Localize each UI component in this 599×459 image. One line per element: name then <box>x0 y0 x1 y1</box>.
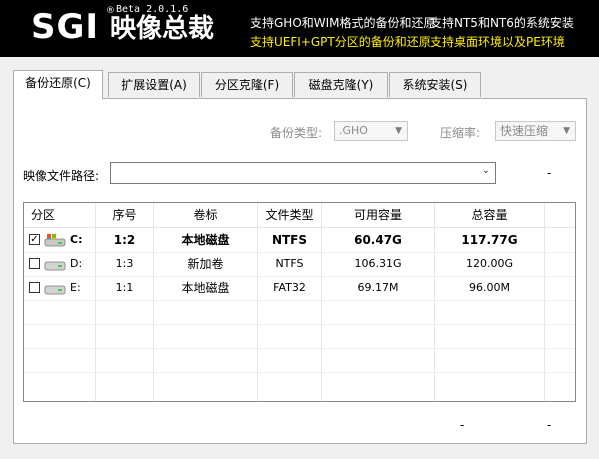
tab-system-install[interactable]: 系统安装(S) <box>389 72 481 97</box>
status-dash-right: - <box>547 418 552 432</box>
table-header: 分区 序号 卷标 文件类型 可用容量 总容量 <box>24 203 575 228</box>
empty-cell <box>24 348 96 372</box>
empty-cell <box>435 324 545 348</box>
label-cell: 本地磁盘 <box>154 228 258 252</box>
empty-cell <box>96 372 154 401</box>
header-banner: SGI ® Beta 2.0.1.6 映像总裁 支持GHO和WIM格式的备份和还… <box>0 0 599 57</box>
empty-cell <box>258 372 322 401</box>
backup-type-select[interactable]: .GHO ▼ <box>334 121 408 141</box>
row-checkbox[interactable] <box>29 258 40 269</box>
system-drive-icon <box>44 234 66 247</box>
feature-text: 支持桌面环境以及PE环境 <box>430 35 565 49</box>
total-cell: 117.77G <box>435 228 545 252</box>
row-divider <box>24 324 575 325</box>
column-header-partition[interactable]: 分区 <box>24 203 96 227</box>
empty-row <box>24 324 575 348</box>
row-checkbox[interactable] <box>29 282 40 293</box>
column-header-index[interactable]: 序号 <box>96 203 154 227</box>
row-divider <box>24 276 575 277</box>
empty-row <box>24 348 575 372</box>
backup-type-label: 备份类型: <box>270 126 323 140</box>
logo-sgi: SGI <box>31 7 100 47</box>
table-row[interactable]: D: 1:3 新加卷 NTFS 106.31G 120.00G <box>24 252 575 276</box>
empty-cell <box>96 324 154 348</box>
compress-select[interactable]: 快速压缩 ▼ <box>495 121 576 141</box>
empty-cell <box>322 372 435 401</box>
row-divider <box>24 348 575 349</box>
empty-cell <box>435 372 545 401</box>
column-header-free[interactable]: 可用容量 <box>322 203 435 227</box>
empty-row <box>24 300 575 324</box>
empty-cell <box>322 300 435 324</box>
label-cell: 本地磁盘 <box>154 276 258 300</box>
empty-cell <box>322 348 435 372</box>
column-header-label[interactable]: 卷标 <box>154 203 258 227</box>
empty-cell <box>154 348 258 372</box>
empty-cell <box>154 300 258 324</box>
drive-letter: D: <box>70 257 83 270</box>
empty-cell <box>24 324 96 348</box>
index-cell: 1:2 <box>96 228 154 252</box>
logo-chinese-name: 映像总裁 <box>110 14 215 44</box>
drive-letter: C: <box>70 233 83 246</box>
table-row[interactable]: ✓ C: 1:2 本地磁盘 NTFS 60.47G 117.77G <box>24 228 575 252</box>
chevron-down-icon: ▼ <box>395 126 402 136</box>
column-header-filesystem[interactable]: 文件类型 <box>258 203 322 227</box>
empty-cell <box>96 348 154 372</box>
empty-row <box>24 372 575 401</box>
empty-cell <box>96 300 154 324</box>
total-cell: 96.00M <box>435 276 545 300</box>
backup-type-value: .GHO <box>339 124 368 137</box>
label-cell: 新加卷 <box>154 252 258 276</box>
empty-cell <box>24 372 96 401</box>
drive-letter: E: <box>70 281 81 294</box>
hard-drive-icon <box>44 261 66 271</box>
index-cell: 1:1 <box>96 276 154 300</box>
empty-cell <box>258 348 322 372</box>
image-path-label: 映像文件路径: <box>23 169 100 183</box>
browse-dash[interactable]: - <box>547 166 551 180</box>
row-divider <box>24 300 575 301</box>
feature-text: 支持GHO和WIM格式的备份和还原 <box>250 16 436 30</box>
partition-table: 分区 序号 卷标 文件类型 可用容量 总容量 ✓ C: 1:2 本地磁盘 NTF… <box>23 202 576 402</box>
tab-disk-clone[interactable]: 磁盘克隆(Y) <box>294 72 388 97</box>
partition-cell: E: <box>24 276 96 300</box>
empty-cell <box>435 348 545 372</box>
total-cell: 120.00G <box>435 252 545 276</box>
index-cell: 1:3 <box>96 252 154 276</box>
chevron-down-icon: ▼ <box>563 126 570 136</box>
empty-cell <box>154 372 258 401</box>
empty-cell <box>258 324 322 348</box>
empty-cell <box>258 300 322 324</box>
tab-extended-settings[interactable]: 扩展设置(A) <box>108 72 200 97</box>
empty-cell <box>322 324 435 348</box>
filesystem-cell: NTFS <box>258 252 322 276</box>
column-header-total[interactable]: 总容量 <box>435 203 545 227</box>
empty-cell <box>435 300 545 324</box>
chevron-down-icon: ⌄ <box>481 165 490 176</box>
row-divider <box>24 372 575 373</box>
feature-text: 支持UEFI+GPT分区的备份和还原 <box>250 35 431 49</box>
free-cell: 69.17M <box>322 276 435 300</box>
empty-cell <box>24 300 96 324</box>
tab-backup-restore[interactable]: 备份还原(C) <box>13 70 103 99</box>
feature-text: 支持NT5和NT6的系统安装 <box>430 16 574 30</box>
tab-partition-clone[interactable]: 分区克隆(F) <box>201 72 293 97</box>
free-cell: 106.31G <box>322 252 435 276</box>
row-checkbox[interactable]: ✓ <box>29 234 40 245</box>
image-path-combobox[interactable]: ⌄ <box>110 162 496 184</box>
status-dash-left: - <box>460 418 465 432</box>
partition-cell: D: <box>24 252 96 276</box>
filesystem-cell: NTFS <box>258 228 322 252</box>
partition-cell: ✓ C: <box>24 228 96 252</box>
free-cell: 60.47G <box>322 228 435 252</box>
row-divider <box>24 252 575 253</box>
compress-value: 快速压缩 <box>500 124 549 138</box>
table-row[interactable]: E: 1:1 本地磁盘 FAT32 69.17M 96.00M <box>24 276 575 300</box>
filesystem-cell: FAT32 <box>258 276 322 300</box>
compress-label: 压缩率: <box>440 126 481 140</box>
hard-drive-icon <box>44 285 66 295</box>
empty-cell <box>154 324 258 348</box>
